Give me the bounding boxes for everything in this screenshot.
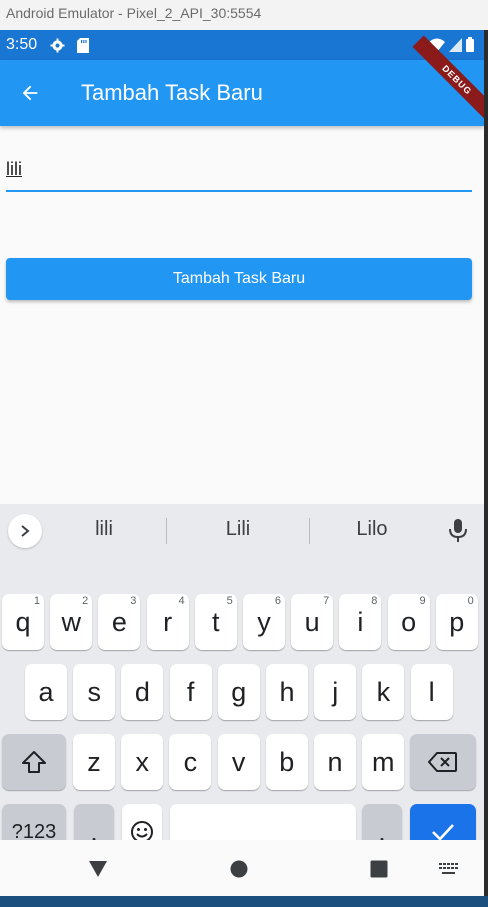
keyboard-switch-button[interactable] <box>434 854 464 884</box>
suggestion-3[interactable]: Lilo <box>302 518 442 541</box>
navigation-bar <box>0 840 484 896</box>
key-row2-1[interactable]: s <box>73 664 116 720</box>
suggestion-2[interactable]: Lili <box>168 518 308 541</box>
emulator-window-title: Android Emulator - Pixel_2_API_30:5554 <box>0 0 488 30</box>
suggestion-1[interactable]: lili <box>34 518 174 541</box>
task-input-field[interactable] <box>6 148 472 192</box>
key-1[interactable]: w2 <box>50 594 93 650</box>
key-label: y <box>257 606 271 637</box>
back-button[interactable] <box>2 65 58 121</box>
nav-recents-button[interactable] <box>364 854 394 884</box>
key-label: i <box>357 606 364 637</box>
key-7[interactable]: i8 <box>339 594 382 650</box>
page-title: Tambah Task Baru <box>81 80 263 105</box>
circle-home-icon <box>230 860 248 878</box>
key-3[interactable]: r4 <box>146 594 189 650</box>
backspace-key[interactable] <box>410 734 476 790</box>
key-row2-0[interactable]: a <box>25 664 67 720</box>
key-row3-3[interactable]: v <box>217 734 260 790</box>
shift-key[interactable] <box>2 734 66 790</box>
key-4[interactable]: t5 <box>194 594 237 650</box>
microphone-icon <box>449 519 467 542</box>
nav-home-button[interactable] <box>224 854 254 884</box>
key-label: w <box>61 606 81 637</box>
key-number-hint: 6 <box>274 595 281 607</box>
key-row2-2[interactable]: d <box>121 664 164 720</box>
key-number-hint: 9 <box>419 595 426 607</box>
key-row2-6[interactable]: j <box>314 664 357 720</box>
square-recents-icon <box>370 860 388 878</box>
key-row2-3[interactable]: f <box>169 664 212 720</box>
key-6[interactable]: u7 <box>291 594 334 650</box>
check-icon <box>432 824 454 841</box>
key-number-hint: 2 <box>82 595 89 607</box>
host-taskbar-strip <box>0 896 488 907</box>
triangle-back-icon <box>89 861 107 877</box>
arrow-back-icon <box>22 85 38 101</box>
key-number-hint: 0 <box>467 595 474 607</box>
key-number-hint: 7 <box>323 595 330 607</box>
key-number-hint: 1 <box>33 595 40 607</box>
task-input[interactable] <box>6 148 472 188</box>
key-row2-8[interactable]: l <box>410 664 453 720</box>
soft-keyboard: lili Lili Lilo ?123 , . q1w2e3r4t5y6u7i8… <box>0 504 484 860</box>
key-row3-5[interactable]: n <box>314 734 356 790</box>
key-label: p <box>449 606 465 637</box>
key-0[interactable]: q1 <box>2 594 44 650</box>
key-row3-1[interactable]: x <box>121 734 164 790</box>
key-label: o <box>401 606 417 637</box>
keyboard-icon <box>439 863 458 874</box>
key-label: q <box>15 606 31 637</box>
suggestion-strip: lili Lili Lilo <box>0 504 484 556</box>
key-row2-7[interactable]: k <box>362 664 405 720</box>
key-number-hint: 8 <box>371 595 378 607</box>
battery-icon <box>466 37 474 57</box>
emulator-frame-edge <box>484 30 488 896</box>
status-bar: 3:50 <box>0 30 484 60</box>
key-row3-2[interactable]: c <box>169 734 212 790</box>
gear-icon <box>49 37 65 53</box>
key-number-hint: 5 <box>226 595 233 607</box>
key-row3-6[interactable]: m <box>362 734 405 790</box>
key-number-hint: 3 <box>130 595 137 607</box>
voice-input-button[interactable] <box>446 518 470 544</box>
key-label: e <box>111 606 127 637</box>
key-number-hint: 4 <box>178 595 185 607</box>
status-time: 3:50 <box>6 36 38 53</box>
phone-screen: 3:50 Tambah Task Baru DEBUG Tambah Task … <box>0 30 484 896</box>
key-row2-4[interactable]: g <box>217 664 260 720</box>
key-label: u <box>304 606 320 637</box>
key-9[interactable]: p0 <box>435 594 478 650</box>
key-row3-4[interactable]: b <box>265 734 308 790</box>
suggestion-divider <box>166 518 167 544</box>
key-8[interactable]: o9 <box>387 594 430 650</box>
nav-back-button[interactable] <box>83 854 113 884</box>
cell-signal-icon <box>449 37 462 57</box>
key-row2-5[interactable]: h <box>266 664 308 720</box>
chevron-right-icon <box>21 525 30 537</box>
backspace-icon <box>428 752 457 772</box>
key-row3-0[interactable]: z <box>73 734 115 790</box>
key-label: r <box>163 606 173 637</box>
shift-icon <box>22 751 46 773</box>
key-5[interactable]: y6 <box>243 594 285 650</box>
app-bar: Tambah Task Baru <box>0 60 484 126</box>
add-task-button[interactable]: Tambah Task Baru <box>6 258 472 300</box>
sd-card-icon <box>75 37 91 53</box>
key-label: t <box>212 606 220 637</box>
key-2[interactable]: e3 <box>98 594 141 650</box>
